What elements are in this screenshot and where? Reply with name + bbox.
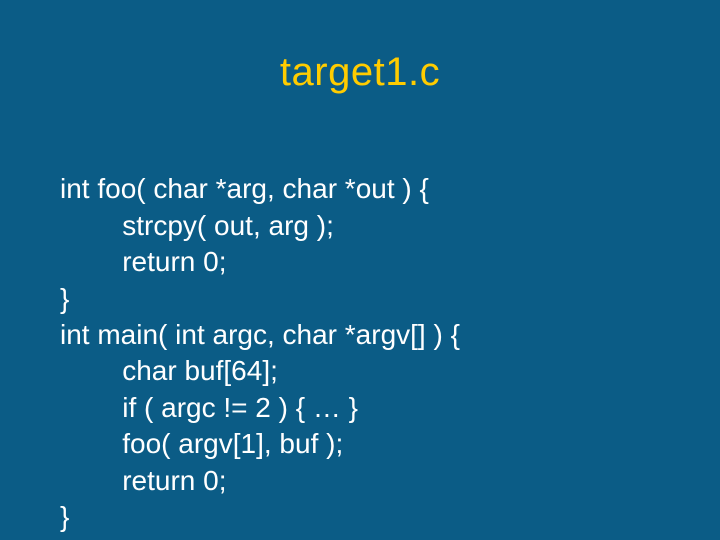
code-line: foo( argv[1], buf );	[60, 428, 343, 459]
slide: target1.c int foo( char *arg, char *out …	[0, 0, 720, 540]
code-line: return 0;	[60, 465, 227, 496]
code-line: }	[60, 283, 69, 314]
code-block: int foo( char *arg, char *out ) { strcpy…	[60, 135, 680, 535]
code-line: strcpy( out, arg );	[60, 210, 334, 241]
code-line: int foo( char *arg, char *out ) {	[60, 173, 429, 204]
code-line: if ( argc != 2 ) { … }	[60, 392, 358, 423]
slide-title: target1.c	[40, 50, 680, 95]
code-line: char buf[64];	[60, 355, 278, 386]
code-line: }	[60, 501, 69, 532]
code-line: int main( int argc, char *argv[] ) {	[60, 319, 460, 350]
code-line: return 0;	[60, 246, 227, 277]
